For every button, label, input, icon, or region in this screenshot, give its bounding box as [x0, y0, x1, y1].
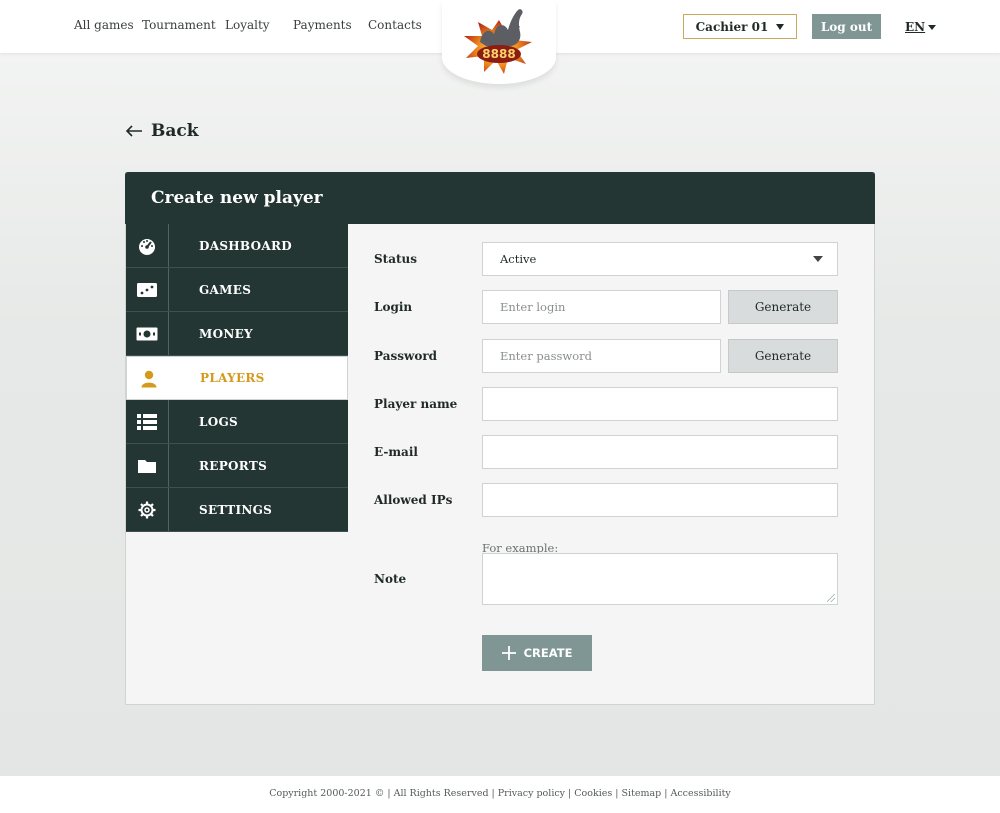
login-label: Login [374, 300, 413, 314]
login-input[interactable]: Enter login [482, 290, 721, 324]
logout-button[interactable]: Log out [812, 14, 881, 39]
create-player-panel: Create new player DASHBOARD GAMES MONEY … [125, 172, 875, 705]
nav-payments[interactable]: Payments [293, 18, 368, 32]
chevron-down-icon [813, 256, 823, 262]
allowed-ips-input[interactable] [482, 483, 838, 517]
status-value: Active [500, 252, 537, 266]
gear-icon [126, 488, 169, 531]
sidebar-menu: DASHBOARD GAMES MONEY PLAYERS LOGS REPOR… [126, 224, 348, 532]
cashier-label: Cachier 01 [695, 19, 769, 34]
email-row: E-mail [374, 435, 839, 469]
allowed-ips-label: Allowed IPs [374, 493, 453, 507]
language-label: EN [905, 20, 926, 34]
sidebar-item-settings[interactable]: SETTINGS [126, 488, 348, 532]
email-label: E-mail [374, 445, 418, 459]
user-icon [127, 357, 170, 400]
allowed-ips-row: Allowed IPs [374, 483, 839, 517]
sidebar-item-label: LOGS [199, 414, 239, 429]
sidebar-item-label: MONEY [199, 326, 253, 341]
password-row: Password Enter password Generate [374, 339, 839, 373]
camel-logo-icon: 8888 [464, 9, 532, 74]
cashier-dropdown[interactable]: Cachier 01 [683, 14, 797, 39]
list-icon [126, 400, 169, 443]
password-label: Password [374, 349, 438, 363]
chevron-down-icon [928, 24, 937, 30]
sidebar-item-label: PLAYERS [200, 371, 265, 385]
login-row: Login Enter login Generate [374, 290, 839, 324]
svg-text:8888: 8888 [482, 47, 515, 61]
status-row: Status Active [374, 242, 839, 276]
note-label: Note [374, 572, 407, 586]
status-label: Status [374, 252, 418, 266]
create-button[interactable]: CREATE [482, 635, 592, 671]
generate-login-button[interactable]: Generate [728, 290, 838, 324]
note-textarea[interactable] [482, 553, 838, 605]
back-label: Back [151, 121, 199, 141]
nav-contacts[interactable]: Contacts [368, 18, 422, 32]
sidebar-item-label: GAMES [199, 282, 252, 297]
logo[interactable]: 8888 [442, 0, 556, 84]
nav-all-games[interactable]: All games [74, 18, 142, 32]
sidebar-item-games[interactable]: GAMES [126, 268, 348, 312]
sidebar-item-players[interactable]: PLAYERS [126, 356, 348, 400]
sidebar-item-money[interactable]: MONEY [126, 312, 348, 356]
banknote-icon [126, 312, 169, 355]
footer: Copyright 2000-2021 © | All Rights Reser… [0, 776, 1000, 813]
dice-icon [126, 268, 169, 311]
player-name-row: Player name [374, 387, 839, 421]
nav-loyalty[interactable]: Loyalty [225, 18, 293, 32]
note-row: Note [374, 553, 839, 605]
dashboard-gauge-icon [126, 224, 169, 267]
language-selector[interactable]: EN [905, 20, 937, 34]
folder-icon [126, 444, 169, 487]
arrow-left-icon [125, 125, 142, 137]
plus-icon [501, 646, 516, 660]
player-name-label: Player name [374, 397, 458, 411]
generate-password-button[interactable]: Generate [728, 339, 838, 373]
create-label: CREATE [523, 646, 573, 660]
back-link[interactable]: Back [125, 121, 199, 141]
sidebar-item-label: SETTINGS [199, 502, 273, 517]
main-nav: All games Tournament Loyalty Payments Co… [74, 18, 422, 32]
sidebar-item-dashboard[interactable]: DASHBOARD [126, 224, 348, 268]
chevron-down-icon [776, 23, 785, 30]
footer-text: Copyright 2000-2021 © | All Rights Reser… [269, 788, 731, 799]
password-input[interactable]: Enter password [482, 339, 721, 373]
nav-tournament[interactable]: Tournament [142, 18, 225, 32]
sidebar-item-label: DASHBOARD [199, 238, 292, 253]
status-select[interactable]: Active [482, 242, 838, 276]
player-name-input[interactable] [482, 387, 838, 421]
sidebar-item-label: REPORTS [199, 458, 268, 473]
sidebar-item-logs[interactable]: LOGS [126, 400, 348, 444]
sidebar-item-reports[interactable]: REPORTS [126, 444, 348, 488]
resize-grip-icon[interactable] [827, 594, 835, 602]
email-input[interactable] [482, 435, 838, 469]
panel-title: Create new player [125, 172, 875, 224]
